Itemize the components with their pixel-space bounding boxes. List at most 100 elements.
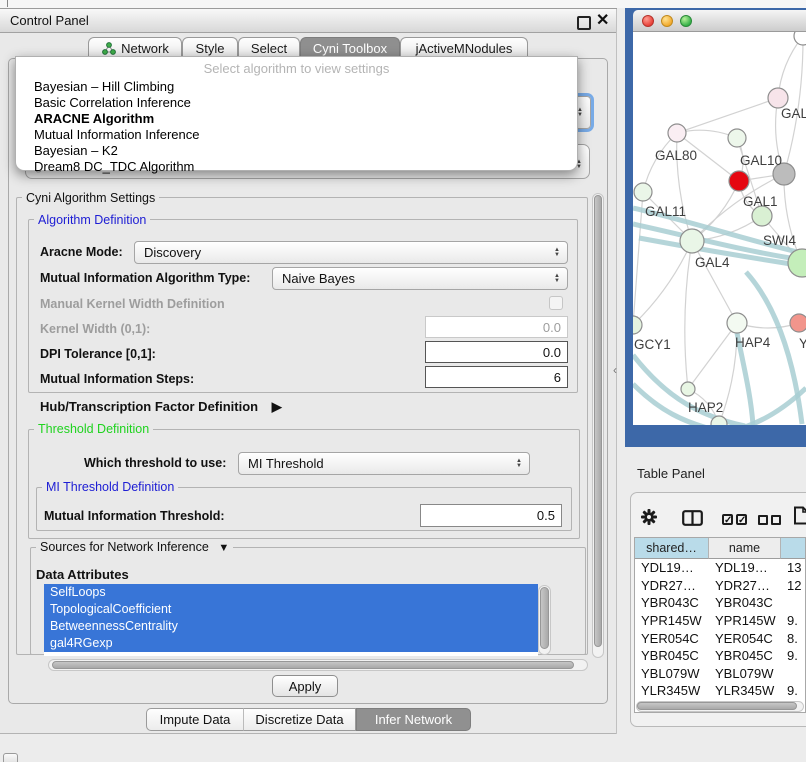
network-node[interactable]	[794, 32, 806, 45]
table-header-row: shared…nameA	[635, 538, 805, 559]
hub-definition-toggle[interactable]: Hub/Transcription Factor Definition ▶	[40, 399, 282, 415]
aracne-mode-value: Discovery	[144, 245, 201, 260]
sources-legend[interactable]: Sources for Network Inference ▼	[36, 540, 233, 554]
table-cell: 13	[781, 560, 805, 575]
table-row[interactable]: YER054CYER054C8.	[635, 629, 805, 647]
manual-kernel-checkbox[interactable]	[549, 296, 563, 310]
dpi-tolerance-input[interactable]: 0.0	[425, 341, 568, 363]
node-table: shared…nameA YDL19…YDL19…13YDR27…YDR27…1…	[634, 537, 806, 713]
algorithm-option[interactable]: Bayesian – K2	[30, 143, 577, 159]
mi-threshold-input[interactable]: 0.5	[420, 504, 562, 527]
hub-definition-label: Hub/Transcription Factor Definition	[40, 399, 258, 414]
network-node[interactable]	[680, 229, 704, 253]
table-function-button[interactable]	[793, 506, 806, 530]
aracne-mode-label: Aracne Mode:	[40, 245, 123, 259]
stepper-arrows-icon: ▲▼	[554, 248, 560, 258]
tab-impute-data-label: Impute Data	[160, 712, 231, 727]
tab-discretize-data[interactable]: Discretize Data	[243, 708, 356, 731]
mi-steps-input[interactable]: 6	[425, 366, 568, 388]
checked-box-icon: ✓	[736, 514, 747, 525]
column-header[interactable]: name	[709, 538, 781, 559]
network-node-label: HAP4	[735, 335, 771, 350]
network-node[interactable]	[788, 249, 806, 277]
table-cell: YPR145W	[709, 613, 781, 628]
table-row[interactable]: YBR045CYBR045C9.	[635, 647, 805, 665]
apply-button[interactable]: Apply	[272, 675, 338, 697]
split-divider-arrow-icon[interactable]: ‹	[613, 363, 617, 377]
data-attribute-item[interactable]: SelfLoops	[44, 584, 538, 601]
tab-infer-network[interactable]: Infer Network	[356, 708, 471, 731]
table-cell: YDR27…	[709, 578, 781, 593]
tab-style-label: Style	[196, 41, 225, 56]
network-edge	[784, 36, 803, 174]
table-hscrollbar-thumb[interactable]	[637, 702, 797, 710]
panel-bottom-border	[0, 733, 617, 734]
sources-legend-label: Sources for Network Inference	[40, 540, 209, 554]
kernel-width-value: 0.0	[543, 320, 561, 335]
table-row[interactable]: YBR043CYBR043C	[635, 594, 805, 612]
algorithm-option[interactable]: Mutual Information Inference	[30, 127, 577, 143]
settings-hscrollbar-thumb[interactable]	[52, 661, 574, 669]
mi-type-label: Mutual Information Algorithm Type:	[40, 271, 250, 285]
data-attribute-item[interactable]: TopologicalCoefficient	[44, 601, 538, 618]
network-node[interactable]	[633, 316, 642, 334]
mi-steps-value: 6	[554, 370, 561, 385]
table-row[interactable]: YDR27…YDR27…12	[635, 577, 805, 595]
network-node[interactable]	[681, 382, 695, 396]
select-all-rows-button[interactable]: ✓ ✓	[722, 514, 747, 525]
deselect-all-rows-button[interactable]	[758, 515, 781, 525]
settings-vscrollbar-thumb[interactable]	[594, 195, 602, 647]
network-node[interactable]	[728, 129, 746, 147]
tab-select-label: Select	[251, 41, 287, 56]
table-settings-button[interactable]	[640, 508, 658, 531]
algorithm-definition-legend: Algorithm Definition	[34, 213, 150, 227]
unchecked-box-icon	[758, 515, 768, 525]
aracne-mode-combobox[interactable]: Discovery ▲▼	[134, 241, 568, 264]
table-body: YDL19…YDL19…13YDR27…YDR27…12YBR043CYBR04…	[635, 559, 805, 701]
table-row[interactable]: YBL079WYBL079W	[635, 665, 805, 683]
close-window-icon[interactable]	[642, 15, 654, 27]
cyni-algorithm-settings-legend: Cyni Algorithm Settings	[22, 191, 159, 205]
algorithm-option[interactable]: ARACNE Algorithm	[30, 111, 577, 127]
kernel-width-input[interactable]: 0.0	[425, 316, 568, 338]
table-columns-button[interactable]	[682, 510, 703, 531]
network-canvas[interactable]: GALGAL80GAL10GAL1GAL11SWI4GAL4GCY1HAP4YH…	[633, 32, 806, 425]
network-edge	[685, 241, 692, 389]
table-row[interactable]: YPR145WYPR145W9.	[635, 612, 805, 630]
attributes-vscrollbar-thumb[interactable]	[540, 587, 549, 649]
table-row[interactable]: YLR345WYLR345W9.	[635, 682, 805, 700]
network-tab-icon	[101, 42, 116, 56]
stepper-arrows-icon: ▲▼	[554, 274, 560, 284]
minimized-panel-button[interactable]	[3, 753, 18, 762]
zoom-window-icon[interactable]	[680, 15, 692, 27]
mi-threshold-value: 0.5	[537, 508, 555, 523]
network-node[interactable]	[727, 313, 747, 333]
data-attributes-list: SelfLoopsTopologicalCoefficientBetweenne…	[44, 584, 538, 656]
network-node[interactable]	[729, 171, 749, 191]
close-panel-icon[interactable]: ✕	[596, 15, 609, 27]
mi-type-combobox[interactable]: Naive Bayes ▲▼	[272, 267, 568, 290]
network-node-label: GAL	[781, 106, 806, 121]
network-node[interactable]	[752, 206, 772, 226]
network-window-titlebar[interactable]	[633, 10, 806, 32]
table-cell: 9.	[781, 648, 805, 663]
tab-impute-data[interactable]: Impute Data	[146, 708, 243, 731]
data-attribute-item[interactable]: gal4RGexp	[44, 635, 538, 652]
column-header[interactable]: shared…	[635, 538, 709, 559]
column-header[interactable]: A	[781, 538, 806, 559]
data-attribute-item[interactable]: BetweennessCentrality	[44, 618, 538, 635]
which-threshold-combobox[interactable]: MI Threshold ▲▼	[238, 452, 530, 475]
kernel-width-label: Kernel Width (0,1):	[40, 322, 150, 336]
network-node[interactable]	[668, 124, 686, 142]
minimize-window-icon[interactable]	[661, 15, 673, 27]
network-node[interactable]	[790, 314, 806, 332]
table-cell: YDL19…	[635, 560, 709, 575]
table-row[interactable]: YDL19…YDL19…13	[635, 559, 805, 577]
algorithm-option[interactable]: Basic Correlation Inference	[30, 95, 577, 111]
unchecked-box-icon	[771, 515, 781, 525]
algorithm-option[interactable]: Bayesian – Hill Climbing	[30, 79, 577, 95]
algorithm-option[interactable]: Dream8 DC_TDC Algorithm	[30, 159, 577, 175]
network-node[interactable]	[768, 88, 788, 108]
network-node[interactable]	[634, 183, 652, 201]
float-panel-icon[interactable]	[577, 16, 591, 30]
